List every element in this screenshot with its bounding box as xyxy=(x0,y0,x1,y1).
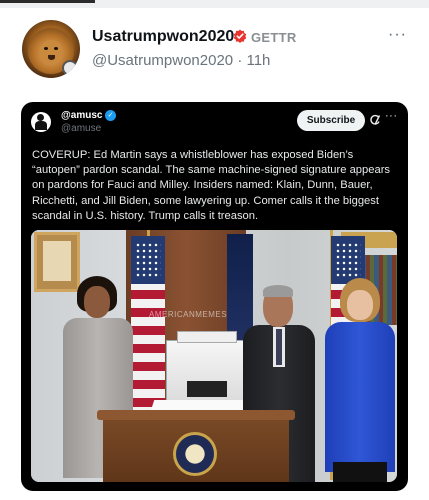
more-options-icon[interactable]: ··· xyxy=(388,26,407,44)
photo-watermark: AMERICANMEMES xyxy=(149,310,228,319)
avatar[interactable] xyxy=(22,20,80,78)
face xyxy=(347,290,373,320)
separator-dot: · xyxy=(237,52,243,69)
loading-bar-progress xyxy=(0,0,95,3)
embed-handle[interactable]: @amuse xyxy=(61,123,101,134)
post-header: Usatrumpwon2020 GETTR @Usatrumpwon2020 ·… xyxy=(0,14,429,84)
embed-post-text: COVERUP: Ed Martin says a whistleblower … xyxy=(32,149,391,222)
autopen-machine xyxy=(166,331,246,402)
timestamp[interactable]: 11h xyxy=(246,52,270,69)
lion-nose xyxy=(48,55,55,60)
suit xyxy=(325,322,395,472)
person-right xyxy=(325,262,395,482)
lion-eye xyxy=(44,47,48,50)
tie xyxy=(276,329,282,365)
us-flag-left xyxy=(131,236,165,416)
grok-icon[interactable] xyxy=(369,114,381,126)
lion-eye xyxy=(54,47,58,50)
hair xyxy=(263,285,293,297)
presidential-seal xyxy=(173,432,217,476)
subscribe-button[interactable]: Subscribe xyxy=(297,110,365,131)
desk-top xyxy=(97,410,295,420)
flag-stars xyxy=(135,242,161,278)
display-name[interactable]: Usatrumpwon2020 xyxy=(92,28,234,46)
silhouette-head xyxy=(37,114,44,121)
machine-top xyxy=(177,331,237,343)
embed-avatar[interactable] xyxy=(31,112,51,132)
silhouette-body xyxy=(35,121,47,130)
embed-display-name[interactable]: @amusc xyxy=(61,110,102,121)
skirt xyxy=(333,462,387,482)
embedded-post-card[interactable]: @amusc ✓ @amuse Subscribe ··· COVERUP: E… xyxy=(21,102,408,491)
machine-arm xyxy=(187,381,227,397)
handle-line: @Usatrumpwon2020 · 11h xyxy=(92,52,270,69)
lion-face xyxy=(40,40,62,64)
platform-label: GETTR xyxy=(251,30,297,45)
handle[interactable]: @Usatrumpwon2020 xyxy=(92,52,233,69)
blue-verified-check-icon: ✓ xyxy=(105,110,116,121)
top-loading-bar xyxy=(0,0,429,8)
avatar-seal-icon xyxy=(62,60,78,76)
red-verified-badge-icon xyxy=(233,29,247,43)
embed-more-icon[interactable]: ··· xyxy=(385,110,398,122)
face xyxy=(84,286,110,318)
embed-photo[interactable]: AMERICANMEMES xyxy=(31,230,397,482)
